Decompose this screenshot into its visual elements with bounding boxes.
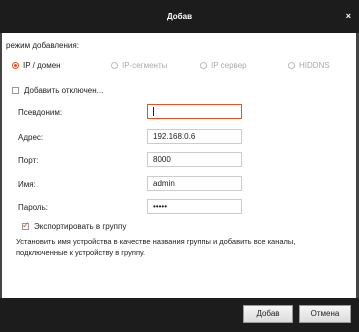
- dialog-title: Добав: [167, 12, 192, 21]
- radio-ip-server-icon[interactable]: [200, 61, 207, 69]
- add-offline-checkbox[interactable]: [12, 87, 19, 94]
- info-text: Установить имя устройства в качестве наз…: [16, 237, 296, 257]
- username-field[interactable]: admin: [147, 176, 242, 191]
- alias-field[interactable]: [147, 104, 242, 119]
- address-field[interactable]: 192.168.0.6: [147, 129, 242, 144]
- cancel-button[interactable]: Отмена: [299, 305, 351, 323]
- radio-ip-segments-icon[interactable]: [111, 61, 118, 69]
- port-label: Порт:: [18, 156, 39, 165]
- add-offline-label: Добавить отключен...: [24, 86, 104, 95]
- export-group-checkbox[interactable]: [22, 220, 30, 231]
- address-label: Адрес:: [18, 133, 44, 142]
- port-field[interactable]: 8000: [147, 152, 242, 167]
- close-icon[interactable]: ×: [346, 11, 351, 21]
- add-offline-row[interactable]: Добавить отключен...: [12, 86, 103, 95]
- password-field[interactable]: •••••: [147, 199, 242, 214]
- radio-ip-segments-label: IP-сегменты: [122, 60, 168, 70]
- username-label: Имя:: [18, 180, 36, 189]
- password-label: Пароль:: [18, 203, 48, 212]
- radio-ip-server[interactable]: IP сервер: [200, 59, 247, 71]
- radio-ip-segments[interactable]: IP-сегменты: [111, 59, 167, 71]
- alias-label: Псевдоним:: [18, 108, 63, 117]
- radio-ip-domain-icon[interactable]: [12, 61, 19, 69]
- add-button[interactable]: Добав: [243, 305, 293, 323]
- export-group-label: Экспортировать в группу: [34, 222, 127, 231]
- radio-ip-domain[interactable]: IP / домен: [12, 59, 61, 71]
- text-caret: [153, 107, 154, 117]
- radio-hiddns-label: HIDDNS: [299, 60, 330, 70]
- radio-hiddns[interactable]: HIDDNS: [288, 59, 330, 71]
- mode-label: режим добавления:: [6, 41, 79, 50]
- export-group-row[interactable]: Экспортировать в группу: [22, 220, 127, 231]
- radio-ip-server-label: IP сервер: [211, 60, 247, 70]
- radio-hiddns-icon[interactable]: [288, 61, 295, 69]
- title-bar: Добав ×: [0, 0, 359, 33]
- radio-ip-domain-label: IP / домен: [23, 60, 61, 70]
- left-border: [0, 33, 2, 298]
